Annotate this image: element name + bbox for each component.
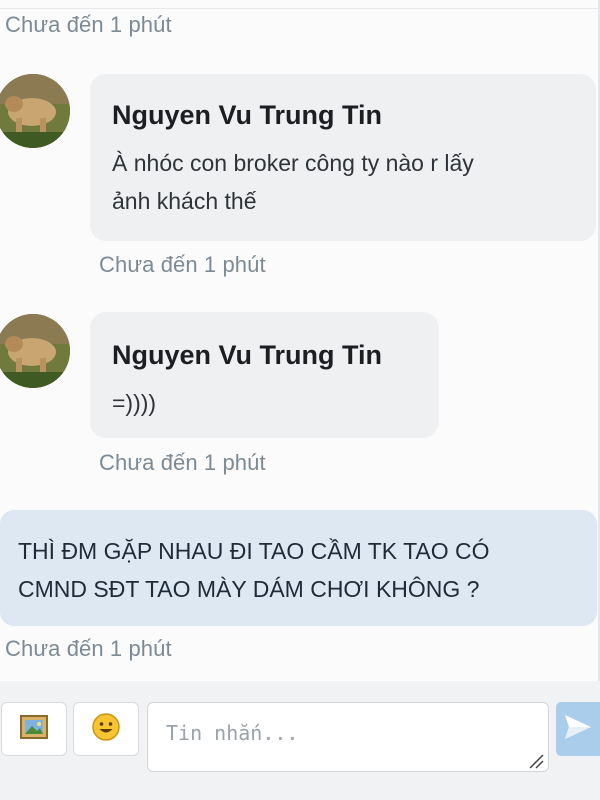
outgoing-message-text: THÌ ĐM GẶP NHAU ĐI TAO CẦM TK TAO CÓ CMN…: [18, 532, 578, 608]
message-timestamp: Chưa đến 1 phút: [99, 252, 266, 277]
send-icon: [563, 713, 593, 746]
message-text: =)))): [112, 384, 156, 422]
sender-name: Nguyen Vu Trung Tin: [112, 340, 382, 370]
sender-name: Nguyen Vu Trung Tin: [112, 100, 382, 130]
message-timestamp: Chưa đến 1 phút: [99, 450, 266, 475]
image-icon: [20, 714, 48, 744]
outgoing-message-bubble: THÌ ĐM GẶP NHAU ĐI TAO CẦM TK TAO CÓ CMN…: [0, 510, 597, 626]
message-input[interactable]: Tin nhắn...: [147, 702, 549, 772]
message-bubble: Nguyen Vu Trung Tin =)))): [90, 312, 439, 438]
emoji-icon: [91, 712, 121, 747]
message-line: THÌ ĐM GẶP NHAU ĐI TAO CẦM TK TAO CÓ: [18, 538, 490, 564]
send-button[interactable]: [556, 702, 600, 756]
message-bubble: Nguyen Vu Trung Tin À nhóc con broker cô…: [90, 74, 596, 241]
resize-handle-icon[interactable]: [526, 750, 544, 769]
message-text: À nhóc con broker công ty nào r lấy ảnh …: [112, 144, 474, 220]
emoji-button[interactable]: [73, 702, 139, 756]
message-line: CMND SĐT TAO MÀY DÁM CHƠI KHÔNG ?: [18, 576, 480, 602]
top-divider: [0, 8, 600, 9]
message-line: ảnh khách thế: [112, 188, 257, 214]
message-line: =)))): [112, 390, 157, 416]
outgoing-timestamp: Chưa đến 1 phút: [5, 636, 172, 661]
message-line: À nhóc con broker công ty nào r lấy: [112, 150, 474, 176]
message-input-placeholder: Tin nhắn...: [166, 721, 299, 745]
chat-panel: Chưa đến 1 phút Nguyen Vu Trung Tin À nh…: [0, 0, 600, 800]
avatar[interactable]: [0, 74, 70, 148]
avatar[interactable]: [0, 314, 70, 388]
attach-image-button[interactable]: [1, 702, 67, 756]
timestamp-top: Chưa đến 1 phút: [5, 12, 172, 37]
